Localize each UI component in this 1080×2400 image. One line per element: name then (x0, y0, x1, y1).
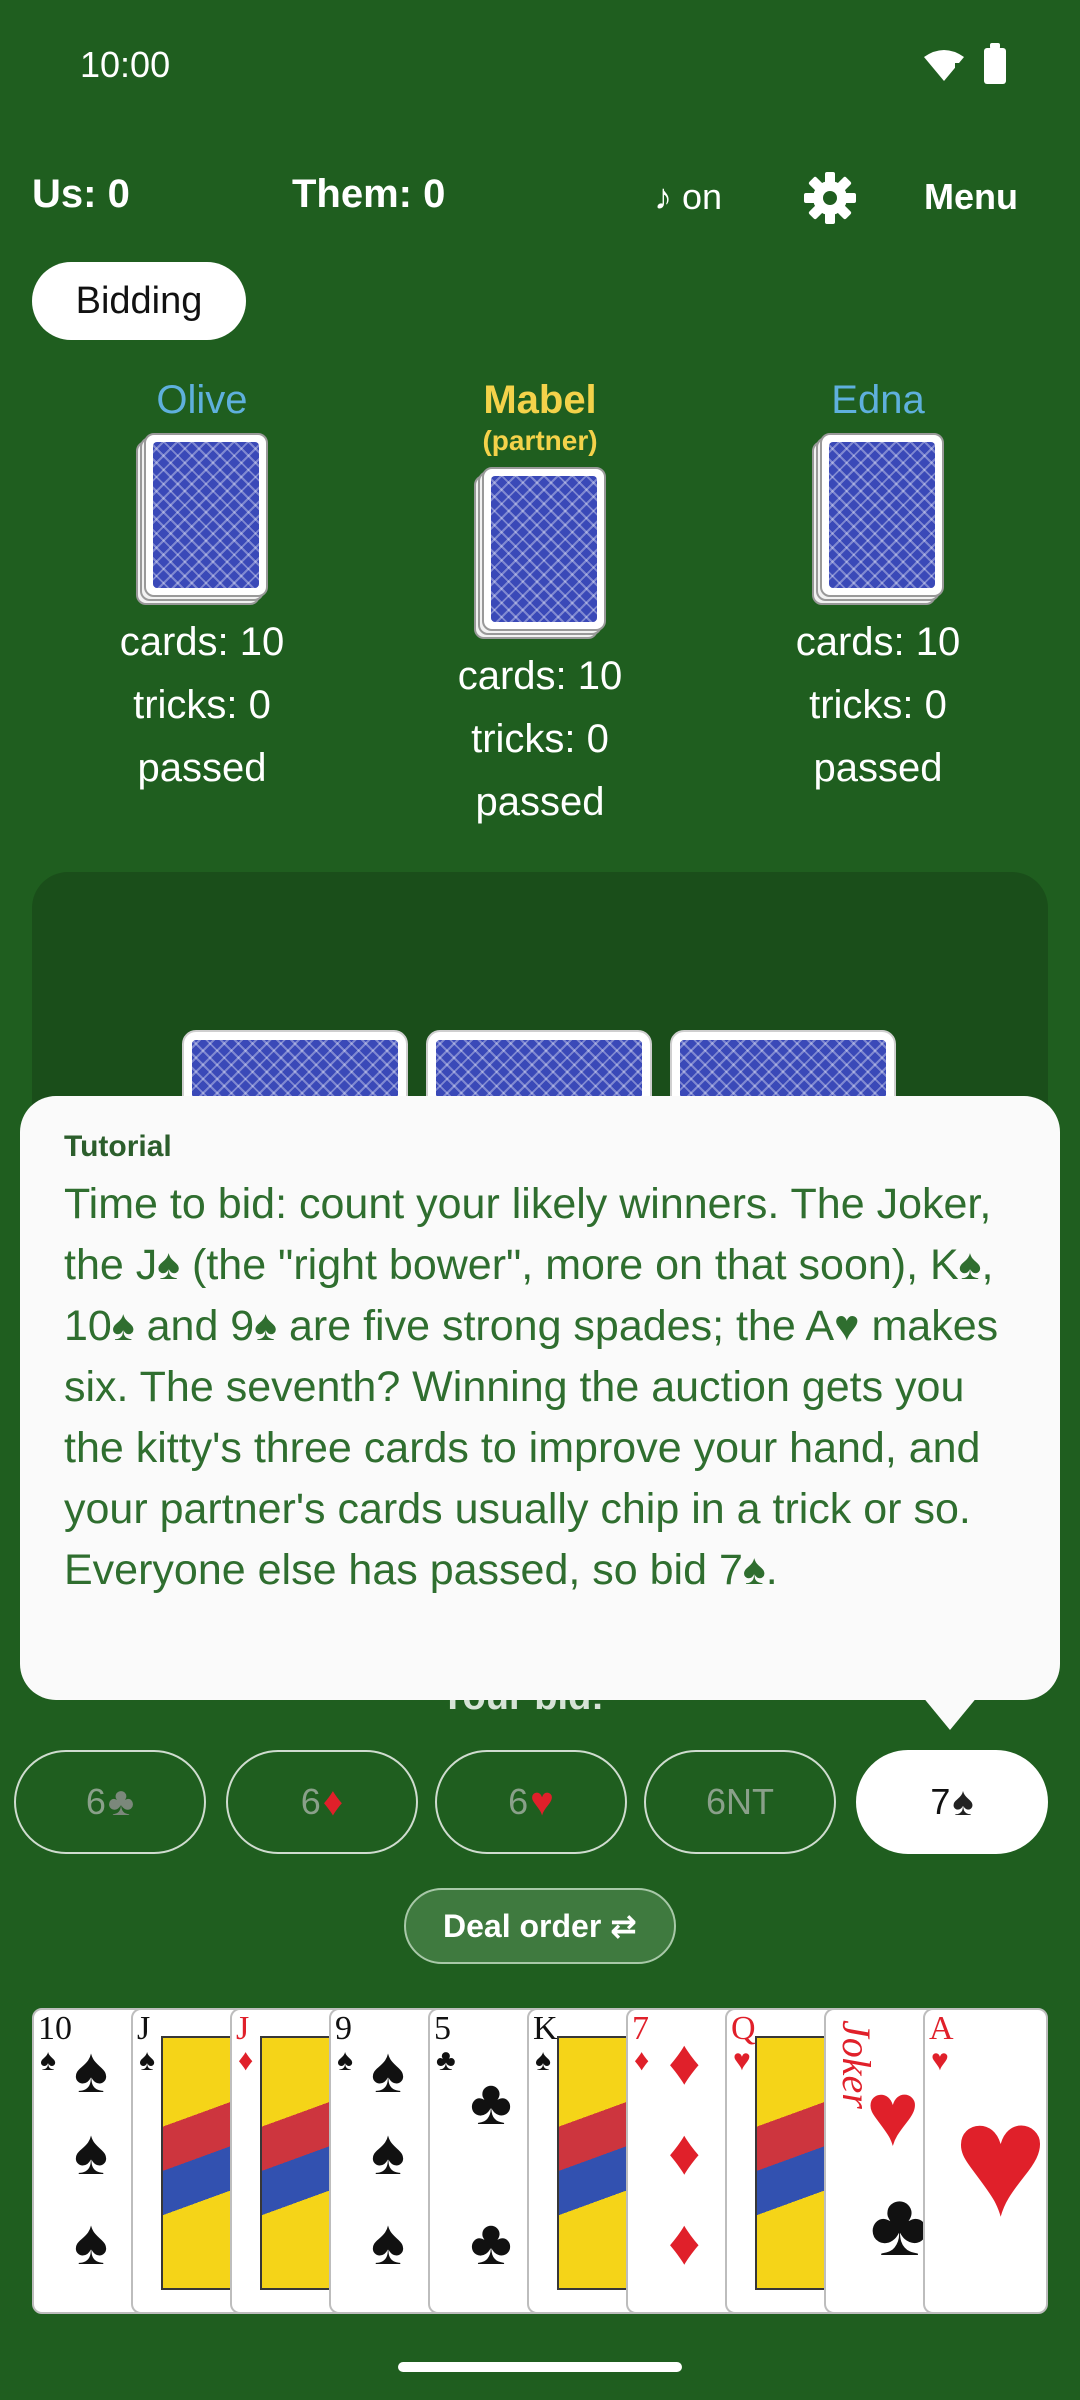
card-rank: 7 (632, 2010, 649, 2047)
card-rank: 10 (38, 2010, 72, 2047)
spade-icon: ♠ (337, 2044, 353, 2077)
phase-badge: Bidding (32, 262, 246, 340)
bid-rank: 7 (930, 1781, 951, 1822)
spade-icon: ♠ (40, 2044, 56, 2077)
card-rank: A (929, 2010, 954, 2047)
card-rank: J (137, 2010, 151, 2047)
bid-rank: 6NT (705, 1781, 774, 1822)
card-rank: 9 (335, 2010, 352, 2047)
player-right: Edna cards: 10 tricks: 0 passed (738, 378, 1018, 800)
bid-button-6-hearts[interactable]: 6 ♥ (435, 1750, 627, 1854)
card-rank: Q (731, 2010, 756, 2047)
heart-icon: ♥ (931, 2044, 949, 2077)
spade-icon: ♠ (535, 2044, 551, 2077)
player-cards: cards: 10 (119, 620, 285, 664)
player-name: Mabel (483, 378, 597, 422)
card-rank: J (236, 2010, 250, 2047)
card-stack (474, 467, 606, 639)
card-rank: K (533, 2010, 558, 2047)
bid-rank: 6 (508, 1781, 529, 1822)
tutorial-popup[interactable]: Tutorial Time to bid: count your likely … (20, 1096, 1060, 1700)
player-status: passed (137, 746, 267, 790)
deal-order-button[interactable]: Deal order ⇄ (404, 1888, 676, 1964)
bid-rank: 6 (300, 1781, 321, 1822)
tutorial-text: Time to bid: count your likely winners. … (64, 1180, 999, 1594)
status-time: 10:00 (80, 44, 171, 85)
card-rank: 5 (434, 2010, 451, 2047)
heart-icon: ♥ (530, 1779, 554, 1824)
wifi-icon (924, 50, 964, 81)
bid-button-7-spades[interactable]: 7 ♠ (856, 1750, 1048, 1854)
heart-icon: ♥ (733, 2044, 751, 2077)
player-tricks: tricks: 0 (809, 683, 947, 727)
partner-tag: (partner) (482, 425, 598, 456)
us-score: Us: 0 (32, 172, 130, 216)
bid-button-6-diamonds[interactable]: 6 ♦ (226, 1750, 418, 1854)
player-left: Olive cards: 10 tricks: 0 passed (62, 378, 342, 800)
tutorial-pointer (922, 1696, 978, 1730)
diamond-icon: ♦ (322, 1779, 344, 1824)
player-partner: Mabel (partner) cards: 10 tricks: 0 pass… (400, 378, 680, 834)
tutorial-title: Tutorial (64, 1130, 172, 1163)
club-icon: ♣ (436, 2044, 456, 2077)
player-cards: cards: 10 (457, 654, 623, 698)
player-tricks: tricks: 0 (471, 717, 609, 761)
player-tricks: tricks: 0 (133, 683, 271, 727)
settings-gear-icon[interactable] (802, 170, 858, 226)
spade-icon: ♠ (952, 1779, 974, 1824)
bid-button-6nt[interactable]: 6NT (644, 1750, 836, 1854)
hand-card[interactable]: A ♥ ♥ (923, 2008, 1048, 2314)
card-stack (136, 433, 268, 605)
menu-button[interactable]: Menu (924, 176, 1018, 218)
diamond-icon: ♦ (238, 2044, 254, 2077)
bid-rank: 6 (85, 1781, 106, 1822)
music-toggle[interactable]: ♪ on (654, 176, 722, 218)
club-icon: ♣ (107, 1779, 135, 1824)
player-status: passed (475, 780, 605, 824)
diamond-icon: ♦ (634, 2044, 650, 2077)
battery-icon (984, 43, 1006, 84)
player-status: passed (813, 746, 943, 790)
player-name: Edna (831, 378, 925, 422)
them-score: Them: 0 (292, 172, 446, 216)
spade-icon: ♠ (139, 2044, 155, 2077)
status-icons (922, 43, 1006, 84)
home-indicator[interactable] (398, 2362, 682, 2372)
card-stack (812, 433, 944, 605)
bid-button-6-clubs[interactable]: 6 ♣ (14, 1750, 206, 1854)
player-cards: cards: 10 (795, 620, 961, 664)
player-name: Olive (156, 378, 248, 422)
